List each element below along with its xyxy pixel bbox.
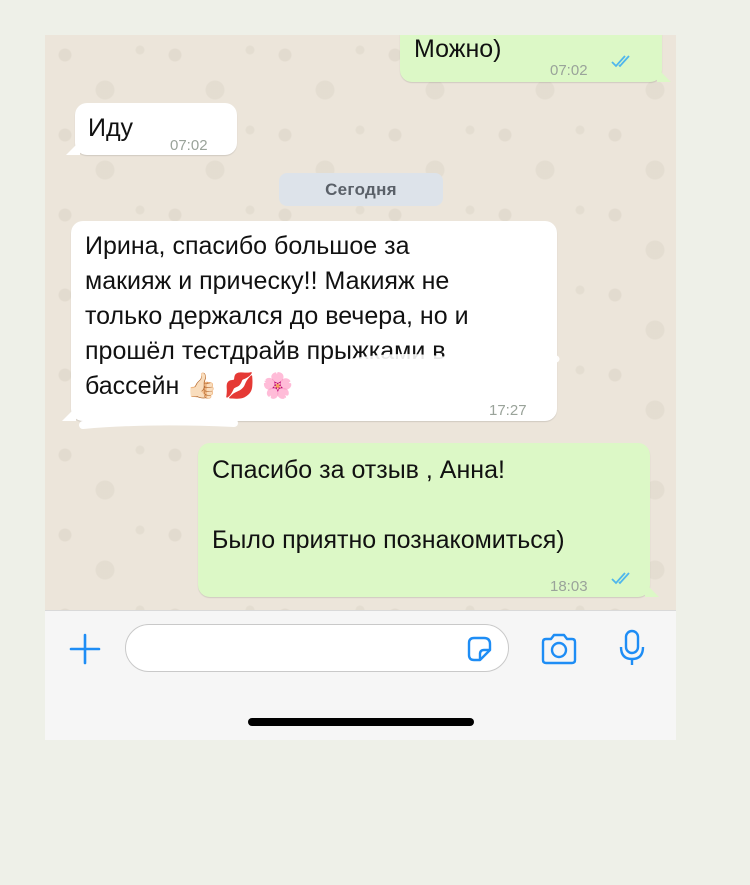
message-text: Спасибо за отзыв , Анна! Было приятно по…	[212, 453, 565, 558]
message-bubble-incoming[interactable]: Ирина, спасибо большое за макияж и приче…	[62, 221, 560, 421]
phone-screen: Можно) 07:02 Иду 07:02 Сегодня Ирина, сп…	[45, 35, 676, 740]
message-time: 07:02	[550, 62, 588, 79]
date-divider: Сегодня	[279, 173, 443, 206]
message-bubble-incoming[interactable]: Иду 07:02	[66, 103, 237, 155]
home-indicator	[248, 718, 474, 726]
message-text: Ирина, спасибо большое за макияж и приче…	[85, 229, 469, 404]
message-time: 18:03	[550, 578, 588, 595]
message-line: только держался до вечера, но и	[85, 302, 469, 330]
message-time: 07:02	[170, 137, 208, 154]
message-line: макияж и прическу!! Макияж не	[85, 267, 450, 295]
sticker-icon[interactable]	[464, 634, 494, 664]
message-bubble-outgoing[interactable]: Можно) 07:02	[400, 35, 671, 82]
plus-icon[interactable]	[67, 631, 103, 667]
chat-area[interactable]: Можно) 07:02 Иду 07:02 Сегодня Ирина, сп…	[45, 35, 676, 610]
camera-icon[interactable]	[539, 632, 579, 666]
message-line: Ирина, спасибо большое за	[85, 232, 410, 260]
redaction-scribble	[79, 417, 238, 429]
read-ticks-icon	[611, 572, 630, 585]
message-text: Иду	[88, 114, 134, 142]
message-input[interactable]	[125, 624, 509, 672]
composer-bar	[45, 610, 676, 691]
message-line: Было приятно познакомиться)	[212, 526, 565, 554]
microphone-icon[interactable]	[617, 628, 647, 668]
message-bubble-outgoing[interactable]: Спасибо за отзыв , Анна! Было приятно по…	[198, 443, 659, 597]
message-line	[212, 488, 565, 523]
read-ticks-icon	[611, 55, 630, 68]
redaction-scribble	[342, 353, 560, 369]
message-time: 17:27	[489, 402, 527, 419]
message-text: Можно)	[414, 35, 502, 63]
message-line: Спасибо за отзыв , Анна!	[212, 456, 505, 484]
